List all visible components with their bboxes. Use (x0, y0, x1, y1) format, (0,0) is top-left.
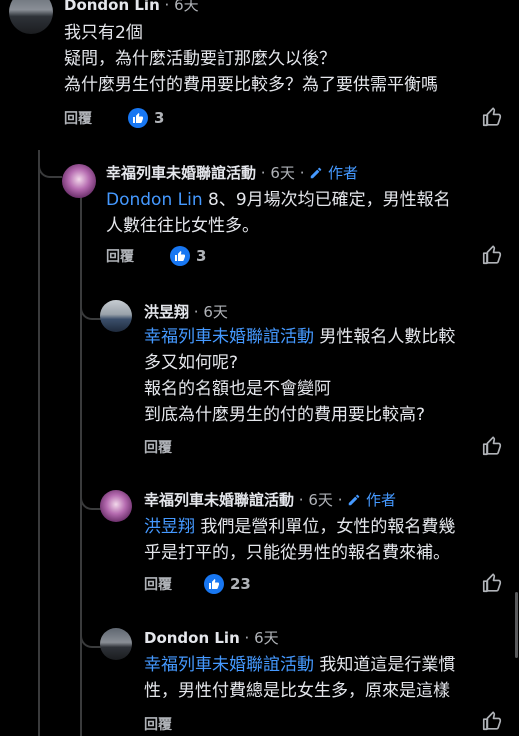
comment-text-line: 我知道這是行業慣 (319, 655, 456, 675)
separator: · (164, 0, 170, 14)
like-count: 3 (154, 109, 165, 127)
comment-time[interactable]: 6天 (174, 0, 199, 14)
comment-dondon-1: Dondon Lin · 6天 我只有2個 疑問，為什麼活動要訂那麼久以後？ 為… (0, 0, 519, 140)
thumbs-up-icon (128, 108, 148, 128)
avatar[interactable] (100, 628, 132, 660)
reply-button[interactable]: 回覆 (144, 437, 172, 457)
comment-hong-1: 洪昱翔 · 6天 幸福列車未婚聯誼活動 男性報名人數比較 多又如何呢? 報名的名… (0, 296, 519, 466)
comment-time[interactable]: 6天 (203, 303, 228, 321)
separator: · (299, 164, 305, 182)
author-badge: 作者 (347, 491, 396, 509)
like-button[interactable] (481, 244, 503, 270)
comment-text-line: 我只有2個 (64, 23, 143, 43)
thumbs-up-outline-icon (482, 436, 502, 456)
separator: · (298, 491, 304, 509)
separator: · (337, 491, 343, 509)
comment-time[interactable]: 6天 (254, 629, 279, 647)
comment-time[interactable]: 6天 (308, 491, 333, 509)
comment-author[interactable]: Dondon Lin (64, 0, 160, 14)
author-badge-label: 作者 (366, 491, 397, 509)
like-count-badge[interactable]: 23 (204, 574, 251, 594)
comment-text-line: 疑問，為什麼活動要訂那麼久以後？ (64, 49, 336, 69)
like-count-badge[interactable]: 3 (170, 246, 206, 266)
comment-author[interactable]: Dondon Lin (144, 629, 240, 647)
comment-text-line: 到底為什麼男生的付的費用要比較高? (144, 405, 426, 425)
like-button[interactable] (481, 106, 503, 132)
thumbs-up-icon (204, 574, 224, 594)
comment-text-line: 男性報名人數比較 (319, 327, 456, 347)
avatar[interactable] (100, 300, 132, 332)
reply-button[interactable]: 回覆 (144, 714, 172, 734)
comment-time[interactable]: 6天 (270, 164, 295, 182)
mention-link[interactable]: Dondon Lin (106, 190, 203, 210)
avatar[interactable] (9, 0, 53, 34)
avatar[interactable] (62, 164, 96, 198)
comment-organizer-1: 幸福列車未婚聯誼活動 · 6天 · 作者 Dondon Lin 8、9月場次均已… (0, 158, 519, 278)
thumbs-up-outline-icon (482, 245, 502, 265)
author-badge-label: 作者 (328, 164, 359, 182)
comment-text-line: 性，男性付費總是比女生多，原來是這樣 (144, 681, 450, 701)
comment-author[interactable]: 洪昱翔 (144, 303, 189, 321)
like-count-badge[interactable]: 3 (128, 108, 164, 128)
thumbs-up-outline-icon (482, 711, 502, 731)
thumbs-up-icon (170, 246, 190, 266)
comment-text-line: 我們是營利單位，女性的報名費幾 (200, 517, 456, 537)
comment-text-line: 為什麼男生付的費用要比較多？為了要供需平衡嗎 (64, 75, 438, 95)
reply-button[interactable]: 回覆 (106, 246, 134, 266)
comment-dondon-2: Dondon Lin · 6天 幸福列車未婚聯誼活動 我知道這是行業慣 性，男性… (0, 624, 519, 736)
separator: · (193, 303, 199, 321)
scrollbar-thumb[interactable] (515, 592, 518, 658)
like-count: 23 (230, 575, 251, 593)
reply-button[interactable]: 回覆 (144, 574, 172, 594)
mention-link[interactable]: 幸福列車未婚聯誼活動 (144, 655, 314, 675)
pencil-icon (311, 167, 322, 179)
comment-text-line: 多又如何呢? (144, 353, 239, 373)
like-button[interactable] (481, 572, 503, 598)
separator: · (260, 164, 266, 182)
reply-button[interactable]: 回覆 (64, 108, 92, 128)
comment-author[interactable]: 幸福列車未婚聯誼活動 (106, 164, 256, 182)
like-count: 3 (196, 247, 207, 265)
comment-text-line: 乎是打平的，只能從男性的報名費來補。 (144, 543, 450, 563)
like-button[interactable] (481, 710, 503, 736)
comment-text-line: 報名的名額也是不會變阿 (144, 379, 331, 399)
author-badge: 作者 (309, 164, 358, 182)
mention-link[interactable]: 幸福列車未婚聯誼活動 (144, 327, 314, 347)
comment-organizer-2: 幸福列車未婚聯誼活動 · 6天 · 作者 洪昱翔 我們是營利單位，女性的報名費幾… (0, 486, 519, 606)
comment-text-line: 8、9月場次均已確定，男性報名 (208, 190, 451, 210)
comment-author[interactable]: 幸福列車未婚聯誼活動 (144, 491, 294, 509)
mention-link[interactable]: 洪昱翔 (144, 517, 195, 537)
thumbs-up-outline-icon (482, 107, 502, 127)
avatar[interactable] (100, 490, 132, 522)
pencil-icon (349, 494, 360, 506)
thumbs-up-outline-icon (482, 573, 502, 593)
comment-text-line: 人數往往比女性多。 (106, 216, 259, 236)
separator: · (244, 629, 250, 647)
like-button[interactable] (481, 435, 503, 461)
